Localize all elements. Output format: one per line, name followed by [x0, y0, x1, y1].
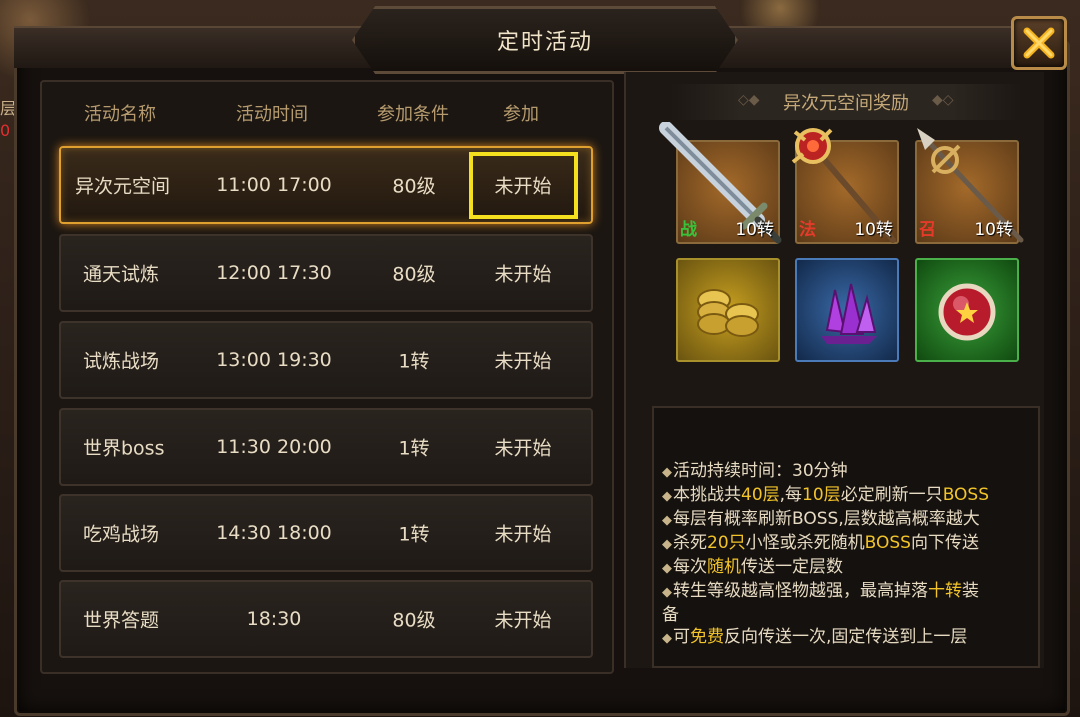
diamond-bullet-icon: ◆ [662, 513, 672, 528]
activity-status: 未开始 [494, 263, 552, 286]
reward-slot[interactable]: 召 10转 [915, 128, 1024, 244]
activity-requirement: 80级 [392, 609, 436, 632]
reward-slot[interactable]: 战 10转 [659, 122, 782, 244]
activity-time: 11:00 17:00 [216, 174, 332, 196]
reward-slot[interactable]: 法 10转 [791, 128, 899, 244]
reward-slot[interactable] [676, 258, 780, 362]
description-line: ◆每层有概率刷新BOSS,层数越高概率越大 [662, 509, 980, 529]
status-highlight-box [469, 152, 578, 219]
column-time: 活动时间 [236, 104, 308, 125]
activity-status: 未开始 [494, 523, 552, 546]
activity-row[interactable]: 通天试炼 12:00 17:30 80级 未开始 [59, 234, 593, 312]
activity-status: 未开始 [494, 609, 552, 632]
description-line: ◆本挑战共40层,每10层必定刷新一只BOSS [662, 485, 990, 505]
activity-name: 试炼战场 [83, 350, 160, 373]
description-line: ◆每次随机传送一定层数 [662, 557, 843, 577]
purple-crystal-icon [821, 283, 877, 344]
diamond-bullet-icon: ◆ [662, 465, 672, 480]
activity-time: 18:30 [246, 608, 302, 630]
class-tag: 战 [680, 220, 697, 240]
activity-requirement: 1转 [398, 523, 430, 546]
activity-list-header: 活动名称 活动时间 参加条件 参加 [40, 84, 610, 134]
level-label: 10转 [735, 220, 774, 240]
diamond-bullet-icon: ◆ [662, 489, 672, 504]
diamond-ornament-icon: ◆◇ [932, 92, 954, 108]
activity-row[interactable]: 试炼战场 13:00 19:30 1转 未开始 [59, 321, 593, 399]
activity-requirement: 80级 [392, 263, 436, 286]
column-join: 参加 [503, 104, 539, 125]
activity-row[interactable]: 世界boss 11:30 20:00 1转 未开始 [59, 408, 593, 486]
description-line: 备 [662, 605, 679, 625]
activity-time: 11:30 20:00 [216, 436, 332, 458]
activity-row[interactable]: 吃鸡战场 14:30 18:00 1转 未开始 [59, 494, 593, 572]
reward-slot[interactable] [795, 258, 899, 362]
column-name: 活动名称 [84, 104, 156, 125]
red-orb-icon [938, 283, 996, 341]
activity-status: 未开始 [494, 350, 552, 373]
activity-name: 异次元空间 [75, 175, 171, 198]
gold-coins-icon [697, 289, 759, 337]
description-line: ◆转生等级越高怪物越强，最高掉落十转装 [662, 581, 979, 601]
activity-requirement: 80级 [392, 175, 436, 198]
class-tag: 召 [919, 220, 936, 240]
activity-name: 世界答题 [83, 609, 160, 632]
activity-status: 未开始 [494, 437, 552, 460]
window-title: 定时活动 [352, 6, 738, 74]
reward-title: 异次元空间奖励 [670, 84, 1022, 120]
activity-time: 12:00 17:30 [216, 262, 332, 284]
level-label: 10转 [974, 220, 1013, 240]
reward-title-text: 异次元空间奖励 [783, 93, 909, 114]
reward-description-box: ◆活动持续时间：30分钟 ◆本挑战共40层,每10层必定刷新一只BOSS ◆每层… [652, 406, 1040, 668]
description-line: ◆杀死20只小怪或杀死随机BOSS向下传送 [662, 533, 979, 553]
activity-name: 通天试炼 [83, 263, 160, 286]
description-line: ◆活动持续时间：30分钟 [662, 461, 848, 481]
close-button[interactable] [1011, 16, 1067, 70]
activity-name: 世界boss [83, 437, 165, 460]
diamond-bullet-icon: ◆ [662, 537, 672, 552]
side-hint: 层 0 [0, 99, 17, 140]
diamond-bullet-icon: ◆ [662, 561, 672, 576]
column-requirement: 参加条件 [377, 104, 449, 125]
diamond-ornament-icon: ◇◆ [738, 92, 760, 108]
activity-time: 13:00 19:30 [216, 349, 332, 371]
activity-time: 14:30 18:00 [216, 522, 332, 544]
reward-slot[interactable] [915, 258, 1019, 362]
window-title-text: 定时活动 [496, 30, 593, 55]
activity-row[interactable]: 世界答题 18:30 80级 未开始 [59, 580, 593, 658]
diamond-bullet-icon: ◆ [662, 631, 672, 646]
activity-requirement: 1转 [398, 350, 430, 373]
level-label: 10转 [854, 220, 893, 240]
diamond-bullet-icon: ◆ [662, 585, 672, 600]
description-line: ◆可免费反向传送一次,固定传送到上一层 [662, 627, 968, 647]
close-icon [1023, 27, 1055, 59]
activity-name: 吃鸡战场 [83, 523, 160, 546]
class-tag: 法 [799, 220, 816, 240]
activity-requirement: 1转 [398, 437, 430, 460]
